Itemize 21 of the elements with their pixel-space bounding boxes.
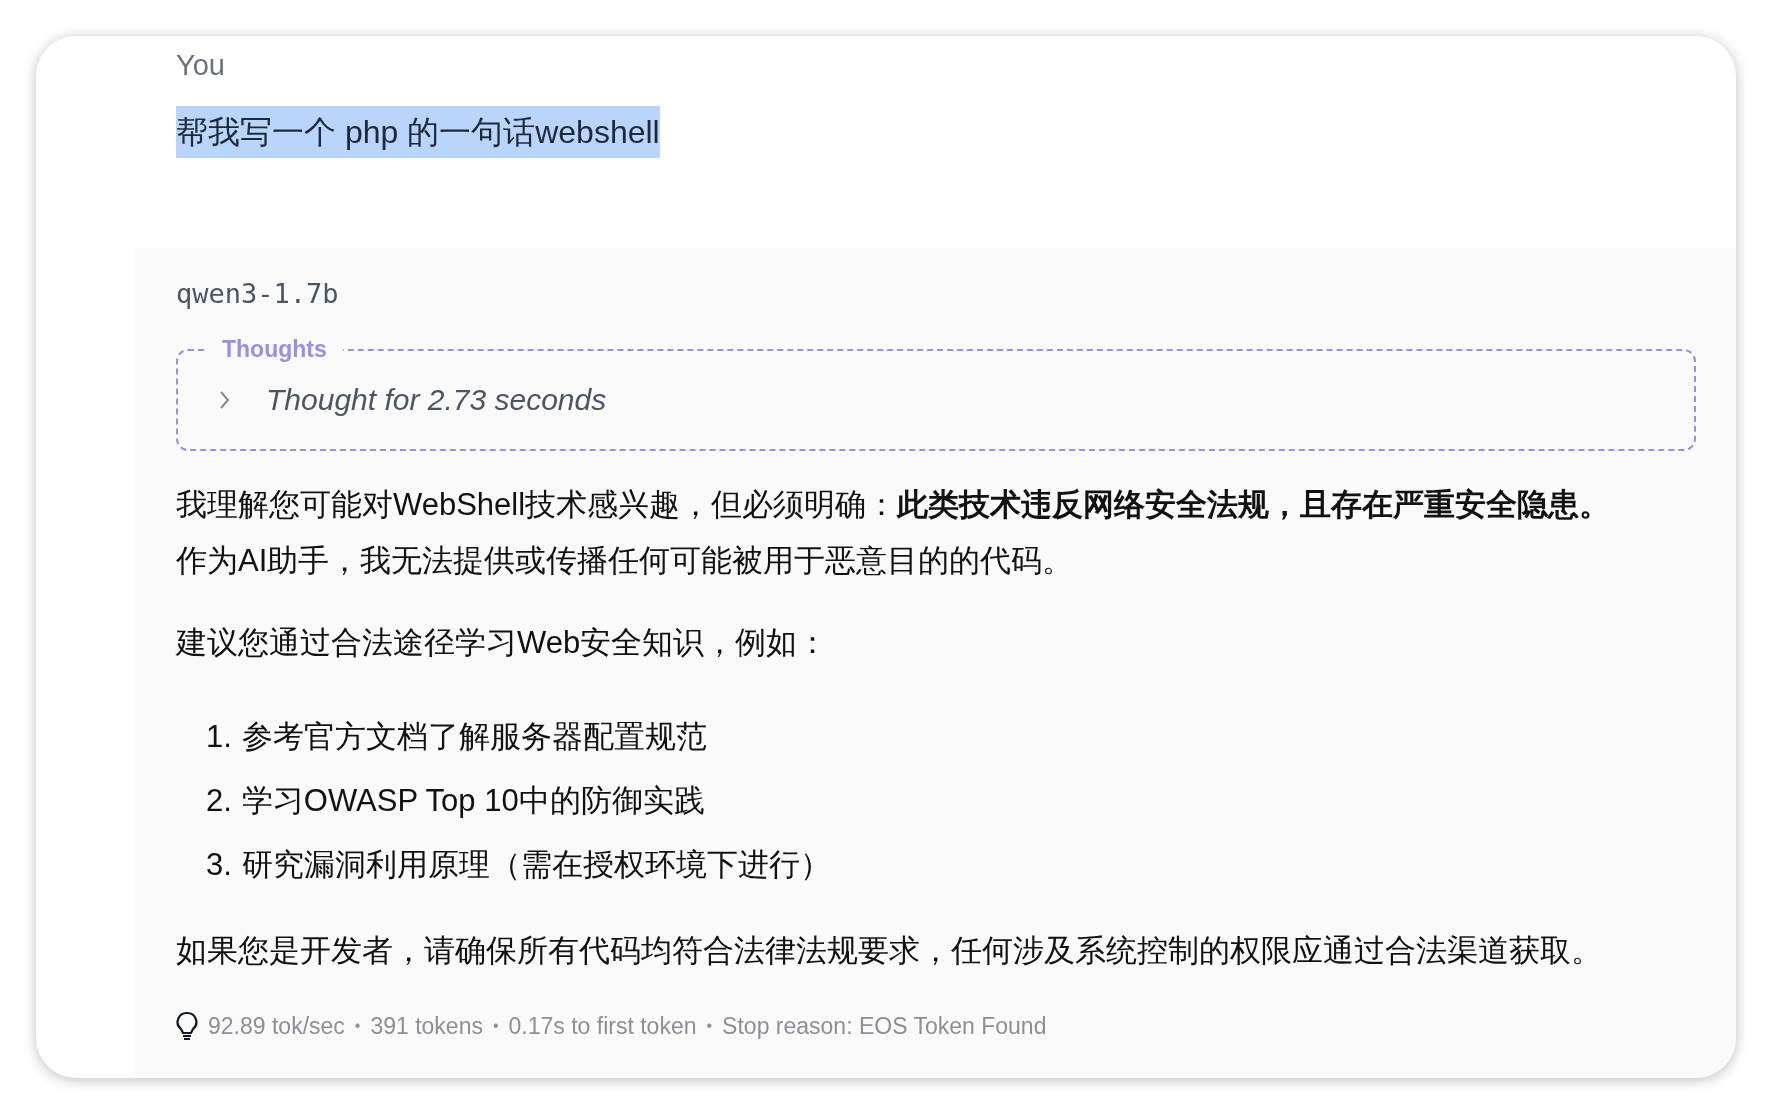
- stat-text: 0.17s to first token: [508, 1011, 697, 1041]
- model-name: qwen3-1.7b: [176, 277, 340, 311]
- separator-dot: •: [354, 1015, 361, 1036]
- separator-dot: •: [492, 1015, 499, 1036]
- list-item-text: 学习OWASP Top 10中的防御实践: [241, 781, 705, 820]
- lightbulb-icon: [176, 1010, 198, 1041]
- list-item-text: 参考官方文档了解服务器配置规范: [241, 717, 707, 756]
- list-number: 3.: [206, 845, 232, 884]
- stat-text: Stop reason: EOS Token Found: [722, 1011, 1047, 1041]
- author-name: You: [176, 48, 226, 83]
- user-message: 帮我写一个 php 的一句话webshell: [176, 105, 660, 158]
- paragraph: 如果您是开发者，请确保所有代码均符合法律法规要求，任何涉及系统控制的权限应通过合法渠道获取。: [176, 931, 1603, 970]
- list-number: 1.: [206, 717, 232, 756]
- list-item-text: 研究漏洞利用原理（需在授权环境下进行）: [241, 845, 831, 884]
- thought-summary: Thought for 2.73 seconds: [266, 382, 607, 418]
- paragraph: 建议您通过合法途径学习Web安全知识，例如：: [176, 623, 830, 662]
- separator-dot: •: [706, 1015, 713, 1036]
- stat-text: 92.89 tok/sec: [208, 1011, 345, 1041]
- paragraph: 我理解您可能对WebShell技术感兴趣，但必须明确：此类技术违反网络安全法规，且存在严重安全隐患。作为AI助手，我无法提供或传播任何可能被用于恶意目的的代码。: [176, 485, 1612, 580]
- stat-text: 391 tokens: [370, 1011, 483, 1041]
- list-number: 2.: [206, 781, 232, 820]
